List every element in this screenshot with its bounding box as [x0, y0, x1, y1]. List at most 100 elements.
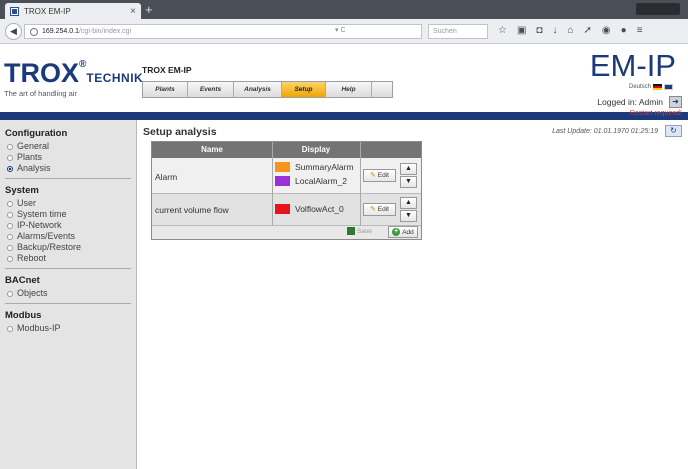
refresh-button[interactable]: ↻ — [665, 125, 682, 137]
trox-logo: TROX®TECHNIK The art of handling air — [0, 44, 143, 112]
home-icon[interactable]: ⌂ — [567, 25, 573, 36]
addon-icon[interactable]: ◉ — [602, 25, 611, 36]
sidebar-item-analysis[interactable]: Analysis — [5, 163, 136, 174]
browser-tab-bar: TROX EM-IP × + — [0, 0, 688, 19]
sidebar-item-general[interactable]: General — [5, 141, 136, 152]
table-row[interactable]: Alarm SummaryAlarm LocalAlarm_2 ✎ Edit ▲… — [152, 158, 421, 194]
language-label: Deutsch — [628, 84, 651, 90]
radio-icon — [7, 255, 13, 262]
sidebar-item-alarms-events[interactable]: Alarms/Events — [5, 231, 136, 242]
english-flag-icon[interactable] — [664, 84, 673, 90]
color-swatch — [275, 204, 290, 214]
column-header-display: Display — [301, 145, 331, 154]
site-info-icon[interactable] — [30, 27, 38, 36]
save-button[interactable]: Save — [347, 227, 372, 235]
browser-toolbar: ☆ ▣ ◘ ↓ ⌂ ➚ ◉ ● ≡ — [498, 25, 643, 36]
sidebar-divider — [5, 268, 131, 269]
table-row[interactable]: current volume flow VolflowAct_0 ✎ Edit … — [152, 194, 421, 226]
search-placeholder: Suchen — [433, 28, 457, 35]
back-button[interactable]: ◀ — [5, 23, 22, 40]
table-footer: Save + Add — [152, 226, 421, 239]
brand-title: EM-IP — [589, 48, 676, 83]
edit-button[interactable]: ✎ Edit — [363, 203, 396, 216]
reload-icon[interactable]: ▾ C — [335, 26, 346, 34]
tab-close-icon[interactable]: × — [130, 6, 136, 17]
radio-icon — [7, 222, 13, 229]
sidebar-item-plants[interactable]: Plants — [5, 152, 136, 163]
window-controls[interactable] — [636, 3, 680, 15]
add-circle-icon: + — [392, 228, 401, 236]
sidebar-item-reboot[interactable]: Reboot — [5, 253, 136, 264]
app-header: TROX®TECHNIK The art of handling air TRO… — [0, 44, 688, 112]
favicon-icon — [10, 6, 19, 16]
row-name: current volume flow — [155, 205, 229, 215]
pencil-icon: ✎ — [370, 172, 376, 179]
tab-title: TROX EM-IP — [24, 6, 71, 16]
menu-item-setup[interactable]: Setup — [282, 82, 326, 97]
radio-icon — [7, 211, 13, 218]
pencil-icon: ✎ — [370, 206, 376, 213]
sidebar-section-configuration: Configuration — [5, 128, 68, 139]
search-input[interactable]: Suchen — [428, 24, 488, 39]
radio-icon — [7, 244, 13, 251]
new-tab-button[interactable]: + — [145, 2, 153, 17]
send-icon[interactable]: ➚ — [584, 25, 592, 36]
sidebar-item-user[interactable]: User — [5, 198, 136, 209]
sidebar-divider — [5, 303, 131, 304]
edit-button[interactable]: ✎ Edit — [363, 169, 396, 182]
sidebar-item-system-time[interactable]: System time — [5, 209, 136, 220]
device-title: TROX EM-IP — [142, 65, 192, 75]
main-menu: Plants Events Analysis Setup Help — [142, 81, 393, 98]
url-host: 169.254.0.1 — [42, 28, 79, 35]
menu-item-events[interactable]: Events — [188, 82, 234, 97]
sidebar-item-backup-restore[interactable]: Backup/Restore — [5, 242, 136, 253]
move-down-button[interactable]: ▼ — [400, 176, 417, 188]
pocket-icon[interactable]: ◘ — [536, 25, 542, 36]
color-swatch — [275, 176, 290, 186]
last-update: Last Update: 01.01.1970 01:25:19 — [552, 128, 658, 135]
browser-tab[interactable]: TROX EM-IP × — [5, 3, 141, 19]
radio-icon — [7, 325, 13, 332]
sidebar-item-ip-network[interactable]: IP-Network — [5, 220, 136, 231]
logo-tagline: The art of handling air — [4, 89, 77, 98]
sidebar-section-system: System — [5, 185, 39, 196]
sidebar: Configuration General Plants Analysis Sy… — [0, 120, 137, 469]
radio-icon — [7, 233, 13, 240]
download-icon[interactable]: ↓ — [552, 25, 557, 36]
restart-required-link[interactable]: Restart required! — [630, 110, 682, 117]
logo-text: TROX®TECHNIK — [4, 58, 144, 88]
floppy-disk-icon — [347, 227, 355, 235]
display-entry: LocalAlarm_2 — [275, 176, 347, 186]
column-header-name: Name — [201, 145, 223, 154]
column-divider — [360, 142, 361, 226]
sidebar-item-objects[interactable]: Objects — [5, 288, 136, 299]
sidebar-section-modbus: Modbus — [5, 310, 42, 321]
german-flag-icon[interactable] — [653, 84, 662, 90]
radio-icon — [7, 290, 13, 297]
logged-in-user: Logged in: Admin — [597, 97, 663, 107]
sidebar-section-bacnet: BACnet — [5, 275, 40, 286]
address-bar[interactable]: 169.254.0.1 /cgi-bin/index.cgi ▾ C — [24, 24, 422, 39]
menu-item-help[interactable]: Help — [326, 82, 372, 97]
reading-list-icon[interactable]: ▣ — [517, 25, 526, 36]
color-swatch — [275, 162, 290, 172]
menu-item-analysis[interactable]: Analysis — [234, 82, 282, 97]
menu-icon[interactable]: ≡ — [637, 25, 643, 36]
logout-icon[interactable]: ➜ — [669, 96, 682, 108]
language-selector: Deutsch — [629, 84, 673, 90]
sidebar-item-modbus-ip[interactable]: Modbus-IP — [5, 323, 136, 334]
bookmark-star-icon[interactable]: ☆ — [498, 25, 507, 36]
move-up-button[interactable]: ▲ — [400, 197, 417, 209]
radio-selected-icon — [7, 165, 13, 172]
sync-icon[interactable]: ● — [621, 25, 627, 36]
menu-item-plants[interactable]: Plants — [143, 82, 188, 97]
move-up-button[interactable]: ▲ — [400, 163, 417, 175]
move-down-button[interactable]: ▼ — [400, 210, 417, 222]
table-header: Name Display — [152, 142, 421, 158]
column-divider — [272, 142, 273, 226]
analysis-table: Name Display Alarm SummaryAlarm LocalAla… — [151, 141, 422, 240]
radio-icon — [7, 143, 13, 150]
display-entry: VolflowAct_0 — [275, 204, 344, 214]
browser-nav-bar: ◀ 169.254.0.1 /cgi-bin/index.cgi ▾ C Suc… — [0, 19, 688, 44]
add-button[interactable]: + Add — [388, 226, 418, 238]
